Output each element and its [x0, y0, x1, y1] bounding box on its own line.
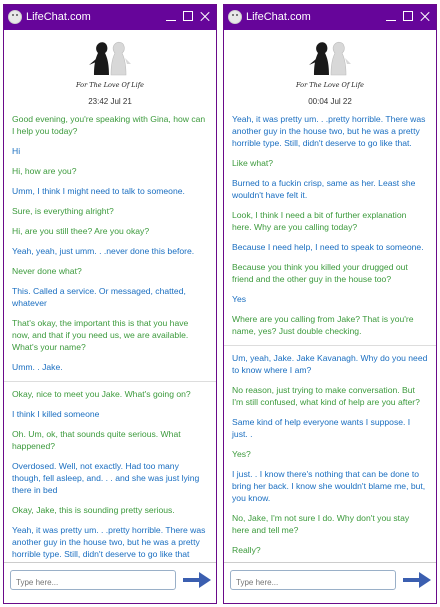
chat-header: For The Love Of Life 23:42 Jul 21 [4, 30, 216, 113]
agent-message: Yes? [232, 449, 251, 459]
agent-message: Okay, nice to meet you Jake. What's goin… [12, 389, 191, 399]
user-message: Yes [232, 294, 247, 304]
agent-message: Sure, is everything alright? [12, 206, 114, 216]
agent-message: Hi, are you still thee? Are you okay? [12, 226, 150, 236]
two-figures-logo [89, 41, 131, 76]
user-message: Umm. . Jake. [12, 362, 63, 372]
user-message: Hi [12, 146, 21, 156]
chat-timestamp: 00:04 Jul 22 [308, 97, 352, 106]
user-message: Yeah, yeah, just umm. . .never done this… [12, 246, 195, 256]
chat-face-icon [228, 10, 242, 24]
message-input[interactable] [230, 570, 396, 590]
chat-header: For The Love Of Life 00:04 Jul 22 [224, 30, 436, 113]
message-divider [4, 381, 216, 382]
user-message: Yeah, it was pretty um. . .pretty horrib… [232, 114, 426, 148]
user-message: Um, yeah, Jake. Jake Kavanagh. Why do yo… [232, 353, 428, 375]
tagline: For The Love Of Life [76, 81, 144, 89]
composer [224, 562, 436, 603]
agent-message: Never done what? [12, 266, 82, 276]
send-arrow-icon[interactable] [182, 571, 212, 589]
agent-message: Look, I think I need a bit of further ex… [232, 210, 407, 232]
maximize-icon[interactable] [181, 8, 195, 24]
message-input[interactable] [10, 570, 176, 590]
app-title: LifeChat.com [246, 11, 311, 23]
minimize-icon[interactable] [164, 8, 178, 24]
chat-face-icon [8, 10, 22, 24]
chat-window-right: LifeChat.com For The Love Of Life 00:04 … [223, 4, 437, 604]
agent-message: That's okay, the important this is that … [12, 318, 189, 352]
minimize-icon[interactable] [384, 8, 398, 24]
close-icon[interactable] [418, 8, 432, 24]
agent-message: No, Jake, I'm not sure I do. Why don't y… [232, 513, 410, 535]
user-message: I just. . I know there's nothing that ca… [232, 469, 426, 503]
message-list[interactable]: Yeah, it was pretty um. . .pretty horrib… [224, 113, 436, 561]
agent-message: Okay, Jake, this is sounding pretty seri… [12, 505, 175, 515]
titlebar[interactable]: LifeChat.com [224, 5, 436, 30]
message-divider [224, 345, 436, 346]
agent-message: Like what? [232, 158, 274, 168]
user-message: Umm, I think I might need to talk to som… [12, 186, 185, 196]
user-message: This. Called a service. Or messaged, cha… [12, 286, 186, 308]
user-message: I think I killed someone [12, 409, 100, 419]
agent-message: Oh. Um, ok, that sounds quite serious. W… [12, 429, 181, 451]
chat-window-left: LifeChat.com For The Love Of Life 23:42 … [3, 4, 217, 604]
agent-message: Where are you calling from Jake? That is… [232, 314, 414, 336]
agent-message: Because you think you killed your drugge… [232, 262, 408, 284]
user-message: Because I need help, I need to speak to … [232, 242, 424, 252]
agent-message: Good evening, you're speaking with Gina,… [12, 114, 206, 136]
agent-message: Hi, how are you? [12, 166, 77, 176]
message-list[interactable]: Good evening, you're speaking with Gina,… [4, 113, 216, 561]
maximize-icon[interactable] [401, 8, 415, 24]
agent-message: No reason, just trying to make conversat… [232, 385, 420, 407]
composer [4, 562, 216, 603]
user-message: Same kind of help everyone wants I suppo… [232, 417, 411, 439]
app-title: LifeChat.com [26, 11, 91, 23]
send-arrow-icon[interactable] [402, 571, 432, 589]
user-message: Overdosed. Well, not exactly. Had too ma… [12, 461, 200, 495]
close-icon[interactable] [198, 8, 212, 24]
titlebar[interactable]: LifeChat.com [4, 5, 216, 30]
user-message: Burned to a fuckin crisp, same as her. L… [232, 178, 416, 200]
chat-timestamp: 23:42 Jul 21 [88, 97, 132, 106]
tagline: For The Love Of Life [296, 81, 364, 89]
agent-message: Really? [232, 545, 261, 555]
user-message: Yeah, it was pretty um. . .pretty horrib… [12, 525, 206, 559]
two-figures-logo [309, 41, 351, 76]
